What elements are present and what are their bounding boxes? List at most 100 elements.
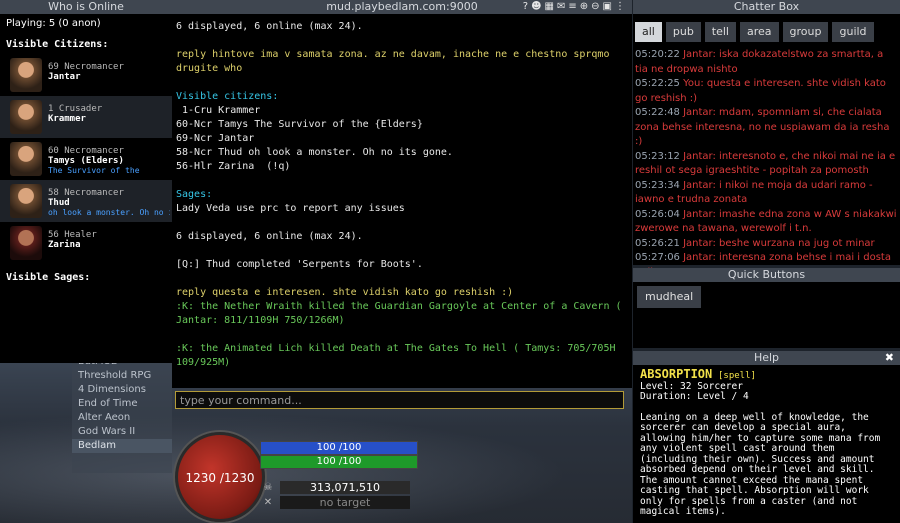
who-online-title: Who is Online [0,0,172,14]
citizen-entry[interactable]: 69 Necromancer Jantar [0,54,172,96]
help-description: Leaning on a deep well of knowledge, the… [640,411,881,517]
terminal-line: reply questa e interesen. shte vidish ka… [176,287,514,298]
chat-time: 05:26:21 [635,237,684,249]
hitpoints-value: 100 /100 [316,456,362,467]
citizen-name: Jantar [48,72,81,82]
skull-icon: ☠ [263,482,273,493]
terminal-line: 6 displayed, 6 online (max 24). [176,21,363,32]
avatar [10,226,42,260]
avatar [10,58,42,92]
layout-icon[interactable]: ▣ [603,1,615,12]
help-spell-name: ABSORPTION [640,367,713,381]
terminal-line: 69-Ncr Jantar [176,133,255,144]
chat-log: 05:20:22 Jantar: iska dokazatelstwo za s… [633,44,900,272]
game-list: BatMUD Threshold RPG 4 Dimensions End of… [72,355,172,473]
game-item[interactable]: Alter Aeon [72,411,172,425]
terminal-line: 1-Cru Krammer [176,105,261,116]
tab-all[interactable]: all [635,22,662,42]
chat-message: 05:23:12 Jantar: interesnoto e, che niko… [635,150,898,179]
help-body: ABSORPTION [spell] Level: 32 Sorcerer Du… [633,365,900,522]
citizen-level-class: 56 Healer [48,230,97,240]
chat-time: 05:20:22 [635,49,684,60]
chat-text: Jantar: beshe wurzana na jug ot minar [683,237,875,249]
avatar [10,142,42,176]
command-input[interactable]: type your command... [175,391,624,409]
chat-message: 05:26:21 Jantar: beshe wurzana na jug ot… [635,237,898,252]
chat-icon[interactable]: ✉ [557,1,568,12]
citizen-name: Krammer [48,114,86,124]
target-display: no target [280,496,410,509]
game-item[interactable]: Threshold RPG [72,369,172,383]
mudheal-button[interactable]: mudheal [637,286,702,308]
tab-tell[interactable]: tell [704,22,736,42]
hitpoints-bar: 100 /100 [260,455,418,469]
game-item[interactable]: End of Time [72,397,172,411]
game-item-active[interactable]: Bedlam [72,439,172,453]
game-item[interactable]: 4 Dimensions [72,383,172,397]
quick-buttons-panel: Quick Buttons mudheal [633,268,900,348]
chat-time: 05:23:34 [635,179,684,191]
terminal-output: 6 displayed, 6 online (max 24). reply hi… [172,14,632,376]
playing-count: Playing: 5 (0 anon) [6,18,101,29]
avatar [10,184,42,218]
server-address: mud.playbedlam.com:9000 [326,0,478,13]
citizen-entry[interactable]: 60 Necromancer Tamys (Elders) The Surviv… [0,138,172,180]
chat-message: 05:22:25 You: questa e interesen. shte v… [635,77,898,106]
chat-time: 05:22:48 [635,107,684,118]
crossed-swords-icon: ✕ [263,497,273,508]
visible-sages-heading: Visible Sages: [6,272,91,283]
who-online-panel: Who is Online Playing: 5 (0 anon) Visibl… [0,0,173,363]
map-icon[interactable]: ▦ [545,1,557,12]
quick-buttons-title: Quick Buttons [633,268,900,282]
chat-tabs: all pub tell area group guild [633,14,900,44]
chat-time: 05:27:06 [635,252,684,263]
tab-group[interactable]: group [782,22,829,42]
terminal-line: reply hintove ima v samata zona. az ne d… [176,49,616,74]
zoom-out-icon[interactable]: ⊖ [591,1,602,12]
chat-time: 05:22:25 [635,78,684,89]
terminal-line: Visible citizens: [176,91,279,102]
mana-value: 100 /100 [316,442,362,453]
chat-message: 05:20:22 Jantar: iska dokazatelstwo za s… [635,48,898,77]
close-icon[interactable]: ✖ [885,351,894,365]
citizen-entry[interactable]: 56 Healer Zarina [0,222,172,264]
citizen-title: oh look a monster. Oh no i [48,208,170,217]
chat-time: 05:23:12 [635,150,684,162]
help-panel: Help ✖ ABSORPTION [spell] Level: 32 Sorce… [633,351,900,523]
terminal-line: 58-Ncr Thud oh look a monster. Oh no its… [176,147,453,158]
mana-bar: 100 /100 [260,441,418,455]
citizen-name: Tamys (Elders) [48,156,124,166]
help-title: Help ✖ [633,351,900,365]
zoom-in-icon[interactable]: ⊕ [580,1,591,12]
visible-citizens-heading: Visible Citizens: [6,39,109,50]
tab-area[interactable]: area [740,22,779,42]
help-title-text: Help [753,351,780,364]
chat-time: 05:26:04 [635,208,684,220]
tab-pub[interactable]: pub [665,22,701,42]
help-icon[interactable]: ? [523,1,531,12]
chatter-box-title: Chatter Box [633,0,900,14]
terminal-line: Sages: [176,189,213,200]
avatar [10,100,42,134]
terminal-line: :K: the Animated Lich killed Death at Th… [176,343,622,368]
citizen-entry[interactable]: 1 Crusader Krammer [0,96,172,138]
terminal-title-bar: mud.playbedlam.com:9000 ?☻▦✉≡⊕⊖▣⋮ [172,0,632,14]
terminal-line: 56-Hlr Zarina (!q) [176,161,291,172]
citizen-entry[interactable]: 58 Necromancer Thud oh look a monster. O… [0,180,172,222]
menu-icon[interactable]: ⋮ [615,1,628,12]
citizen-level-class: 1 Crusader [48,104,103,114]
citizen-level-class: 58 Necromancer [48,188,124,198]
tab-guild[interactable]: guild [832,22,874,42]
game-item[interactable]: God Wars II [72,425,172,439]
citizen-name: Thud [48,198,70,208]
citizen-level-class: 69 Necromancer [48,62,124,72]
list-icon[interactable]: ≡ [568,1,579,12]
citizen-title: The Survivor of the [48,166,140,175]
health-orb: 1230 /1230 [175,432,265,522]
user-icon[interactable]: ☻ [531,1,544,12]
